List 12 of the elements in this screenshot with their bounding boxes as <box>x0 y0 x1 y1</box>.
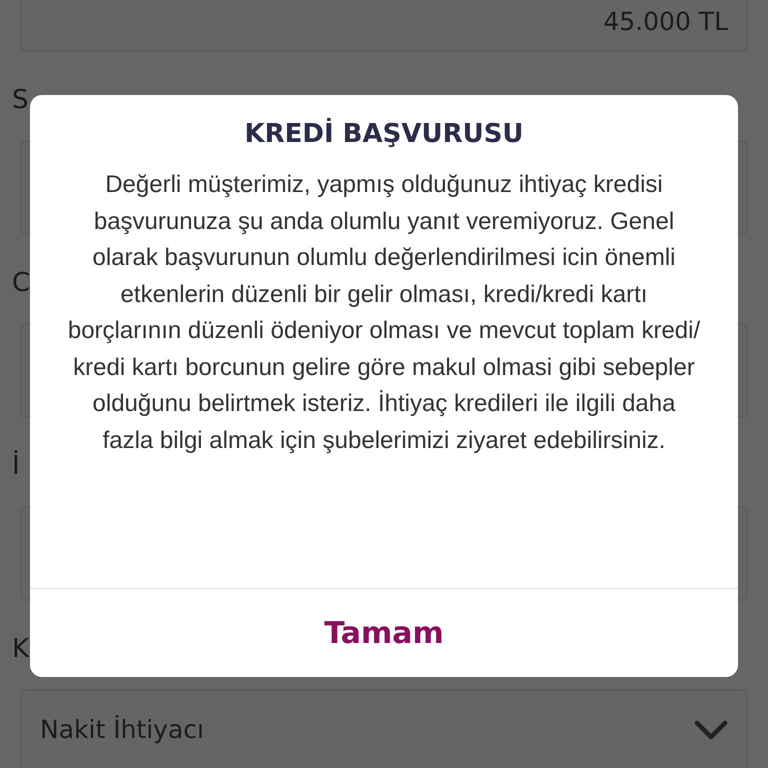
ok-button[interactable]: Tamam <box>304 589 464 677</box>
field-label: İ <box>11 449 20 483</box>
field-label: S <box>11 84 29 117</box>
chevron-down-icon <box>694 720 728 740</box>
dialog-message: Değerli müşterimiz, yapmış olduğunuz ihtiyaç kredisi başvurunuza şu anda olumlu yanıt veremiyoruz. Genel olarak başvurunun olumlu değerlendirilmesi icin önemli etkenlerin düzenli bir gelir olması, kredi/kredi kartı borçlarının düzenli ödeniyor olması ve mevcut toplam kredi/ kredi kartı borcunun gelire göre makul olmasi gibi sebepler olduğunu belirtmek isteriz. İhtiyaç kredileri ile ilgili daha fazla bilgi almak için şubelerimizi ziyaret edebilirsiniz. <box>66 170 702 456</box>
field-label: K <box>11 633 30 666</box>
field-value: 45.000 TL <box>603 6 728 36</box>
dropdown-field[interactable]: Nakit İhtiyacı <box>20 689 748 768</box>
field-label: C <box>11 267 30 300</box>
amount-field[interactable]: 45.000 TL <box>20 0 748 52</box>
field-value: Nakit İhtiyacı <box>40 715 204 744</box>
dialog-title: KREDİ BAŞVURUSU <box>244 116 524 151</box>
